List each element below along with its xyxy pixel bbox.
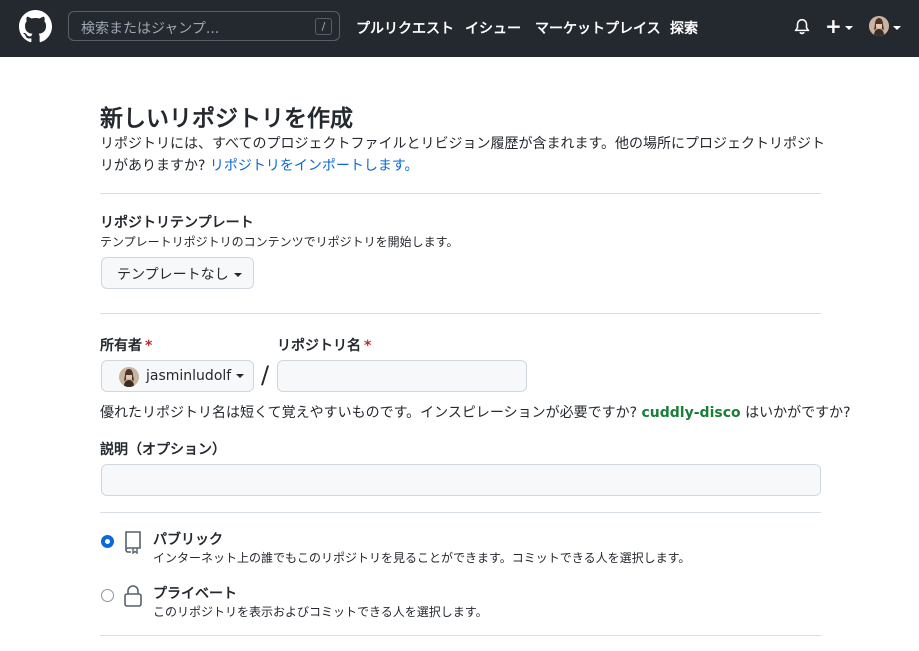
repo-name-hint: 優れたリポジトリ名は短くて覚えやすいものです。インスピレーションが必要ですか? … (100, 405, 851, 421)
owner-avatar (119, 367, 139, 387)
public-description: インターネット上の誰でもこのリポジトリを見ることができます。コミットできる人を選… (153, 551, 691, 565)
repo-book-icon (125, 531, 141, 554)
chevron-down-icon (233, 273, 242, 277)
nav-explore[interactable]: 探索 (670, 18, 698, 38)
lock-icon (124, 585, 142, 607)
search-input[interactable]: 検索またはジャンプ... / (68, 11, 340, 41)
page-intro: リポジトリには、すべてのプロジェクトファイルとリビジョン履歴が含まれます。他の場… (100, 133, 830, 177)
owner-repo-separator: / (261, 361, 270, 389)
nav-pull-requests[interactable]: プルリクエスト (356, 18, 454, 38)
create-new-button[interactable]: + (825, 14, 842, 38)
public-radio[interactable] (101, 535, 114, 548)
repo-name-label: リポジトリ名 * (277, 338, 372, 354)
divider (100, 193, 821, 194)
nav-marketplace[interactable]: マーケットプレイス (535, 18, 661, 38)
suggested-repo-name[interactable]: cuddly-disco (642, 405, 741, 421)
user-avatar[interactable] (869, 16, 889, 36)
top-header: 検索またはジャンプ... / プルリクエスト イシュー マーケットプレイス 探索… (0, 0, 919, 57)
notification-bell-icon[interactable] (793, 18, 811, 36)
create-chevron-down-icon[interactable] (845, 26, 853, 30)
import-repository-link[interactable]: リポジトリをインポートします。 (210, 158, 419, 174)
private-description: このリポジトリを表示およびコミットできる人を選択します。 (153, 605, 488, 619)
template-label: リポジトリテンプレート (100, 215, 254, 231)
avatar-portrait-icon (869, 16, 889, 36)
template-description: テンプレートリポジトリのコンテンツでリポジトリを開始します。 (100, 235, 459, 249)
intro-text: リポジトリには、すべてのプロジェクトファイルとリビジョン履歴が含まれます。他の場… (100, 136, 826, 174)
private-title: プライベート (153, 586, 237, 602)
owner-value: jasminludolf (146, 368, 245, 384)
divider (100, 313, 821, 314)
nav-issues[interactable]: イシュー (465, 18, 521, 38)
private-radio[interactable] (101, 589, 114, 602)
template-select-label: テンプレートなし (117, 267, 229, 283)
description-label: 説明（オプション） (100, 442, 226, 458)
github-logo-icon[interactable] (19, 10, 52, 43)
public-title: パブリック (153, 532, 223, 548)
chevron-down-icon (236, 374, 245, 378)
owner-select-button[interactable]: jasminludolf (101, 360, 254, 392)
divider (100, 635, 821, 636)
template-select-button[interactable]: テンプレートなし (101, 257, 254, 289)
repo-name-input[interactable] (277, 360, 527, 392)
avatar-chevron-down-icon[interactable] (893, 26, 901, 30)
search-shortcut-key: / (315, 18, 332, 35)
page-title: 新しいリポジトリを作成 (100, 106, 353, 132)
owner-label: 所有者 * (100, 338, 153, 354)
search-placeholder: 検索またはジャンプ... (81, 21, 220, 37)
divider (100, 512, 821, 513)
description-input[interactable] (101, 464, 821, 496)
